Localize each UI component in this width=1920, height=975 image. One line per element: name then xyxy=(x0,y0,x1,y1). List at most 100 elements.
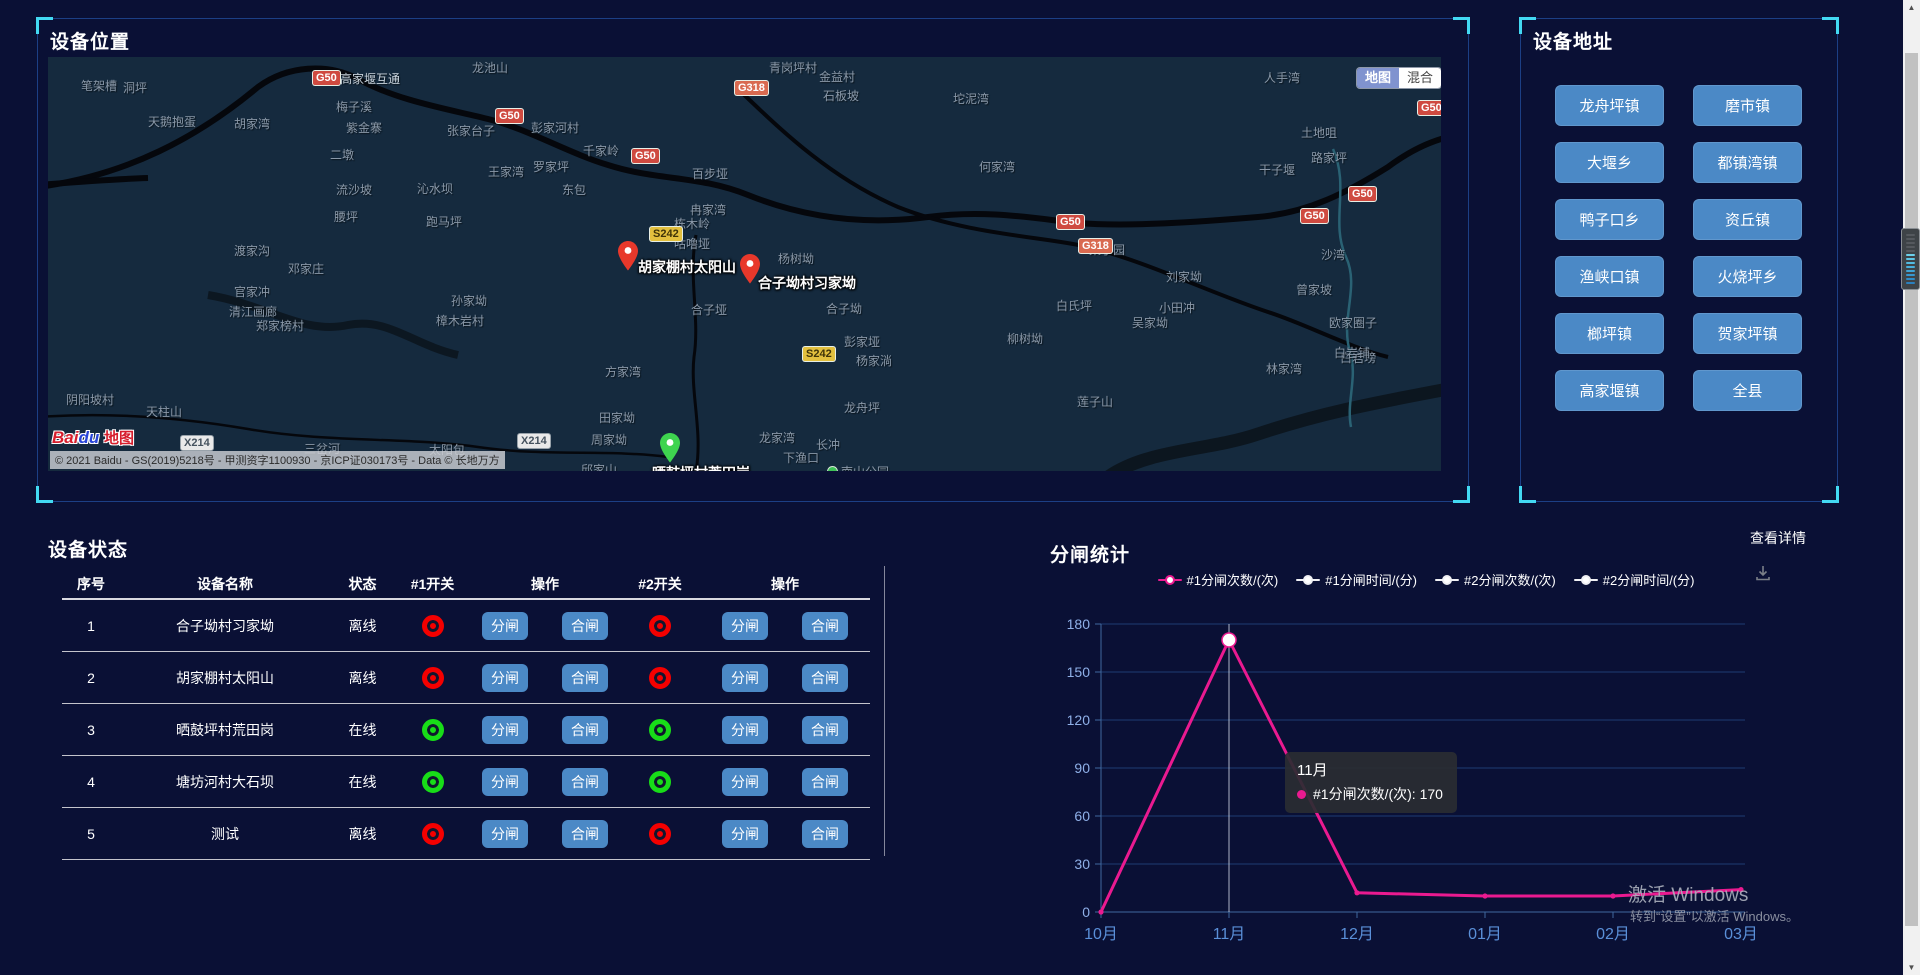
close-switch-button[interactable]: 合闸 xyxy=(562,716,608,744)
tooltip-series-dot xyxy=(1297,790,1306,799)
map-place-label: 下渔口 xyxy=(783,449,819,466)
address-button[interactable]: 火烧坪乡 xyxy=(1693,256,1802,297)
open-switch-button[interactable]: 分闸 xyxy=(722,716,768,744)
status-section-title: 设备状态 xyxy=(48,535,128,562)
map-place-label: 樟木岩村 xyxy=(436,312,484,329)
data-point[interactable] xyxy=(1098,909,1103,914)
map-place-label: 合子坳 xyxy=(826,300,862,317)
close-switch-button[interactable]: 合闸 xyxy=(562,768,608,796)
map-place-label: 彭家垭 xyxy=(844,333,880,350)
map-place-label: 田家坳 xyxy=(599,409,635,426)
address-button[interactable]: 磨市镇 xyxy=(1693,85,1802,126)
data-point[interactable] xyxy=(1610,893,1615,898)
switch2-cell xyxy=(620,719,700,741)
switch1-ops: 分闸 合闸 xyxy=(470,664,620,692)
widget-dash xyxy=(1906,274,1915,276)
close-switch-button[interactable]: 合闸 xyxy=(802,768,848,796)
open-switch-button[interactable]: 分闸 xyxy=(482,612,528,640)
close-switch-button[interactable]: 合闸 xyxy=(562,820,608,848)
address-button[interactable]: 龙舟坪镇 xyxy=(1555,85,1664,126)
switch2-indicator xyxy=(649,615,671,637)
address-button[interactable]: 全县 xyxy=(1693,370,1802,411)
open-switch-button[interactable]: 分闸 xyxy=(482,716,528,744)
address-button[interactable]: 榔坪镇 xyxy=(1555,313,1664,354)
green-map-pin[interactable] xyxy=(660,433,680,463)
panel-corner xyxy=(1453,486,1470,503)
map-type-option[interactable]: 地图 xyxy=(1357,68,1399,88)
map-type-control[interactable]: 地图混合 xyxy=(1357,68,1441,88)
address-button[interactable]: 资丘镇 xyxy=(1693,199,1802,240)
map-place-label: 东包 xyxy=(562,181,586,198)
road-badge: G50 xyxy=(313,71,340,85)
address-buttons: 龙舟坪镇磨市镇大堰乡都镇湾镇鸭子口乡资丘镇渔峡口镇火烧坪乡榔坪镇贺家坪镇高家堰镇… xyxy=(1555,85,1802,411)
close-switch-button[interactable]: 合闸 xyxy=(562,664,608,692)
widget-dash xyxy=(1906,246,1915,248)
open-switch-button[interactable]: 分闸 xyxy=(722,820,768,848)
widget-dash xyxy=(1906,234,1915,236)
data-point[interactable] xyxy=(1354,890,1359,895)
data-point[interactable] xyxy=(1482,893,1487,898)
map-place-label: 林家湾 xyxy=(1266,360,1302,377)
x-axis-label: 02月 xyxy=(1596,926,1630,943)
row-number: 3 xyxy=(62,722,120,738)
table-row: 3晒鼓坪村荒田岗在线分闸合闸分闸合闸 xyxy=(62,704,870,756)
open-switch-button[interactable]: 分闸 xyxy=(722,612,768,640)
map-place-label: 何家湾 xyxy=(979,158,1015,175)
map-place-label: 干子堰 xyxy=(1259,161,1295,178)
map-pin-label: 合子坳村习家坳 xyxy=(758,273,856,293)
red-map-pin[interactable] xyxy=(618,241,638,271)
baidu-map[interactable]: 笔架槽洞坪天鹅抱蛋胡家湾梅子溪紫金寨二墩流沙坡沁水坝张家台子彭家河村王家湾罗家坪… xyxy=(48,57,1441,471)
map-place-label: 千家岭 xyxy=(583,142,619,159)
switch2-ops: 分闸 合闸 xyxy=(700,664,870,692)
switch1-ops: 分闸 合闸 xyxy=(470,768,620,796)
address-panel-title: 设备地址 xyxy=(1533,27,1613,54)
switch1-ops: 分闸 合闸 xyxy=(470,716,620,744)
highlighted-data-point[interactable] xyxy=(1222,633,1236,647)
address-button[interactable]: 都镇湾镇 xyxy=(1693,142,1802,183)
address-button[interactable]: 高家堰镇 xyxy=(1555,370,1664,411)
open-switch-button[interactable]: 分闸 xyxy=(482,768,528,796)
y-axis-label: 0 xyxy=(1082,904,1090,920)
close-switch-button[interactable]: 合闸 xyxy=(802,820,848,848)
address-button[interactable]: 渔峡口镇 xyxy=(1555,256,1664,297)
road-badge: G50 xyxy=(1057,215,1084,229)
switch1-indicator xyxy=(422,719,444,741)
address-button[interactable]: 大堰乡 xyxy=(1555,142,1664,183)
map-place-label: 龙舟坪 xyxy=(844,399,880,416)
open-switch-button[interactable]: 分闸 xyxy=(722,768,768,796)
map-place-label: 高家堰互通 xyxy=(340,70,400,87)
map-place-label: 沁水坝 xyxy=(417,180,453,197)
close-switch-button[interactable]: 合闸 xyxy=(562,612,608,640)
view-details-link[interactable]: 查看详情 xyxy=(1750,528,1806,548)
widget-dash xyxy=(1906,282,1915,284)
scrollbar-up-arrow[interactable]: ▲ xyxy=(1903,0,1920,15)
map-place-label: 笔架槽 xyxy=(81,77,117,94)
switch1-cell xyxy=(395,771,470,793)
open-switch-button[interactable]: 分闸 xyxy=(482,820,528,848)
address-button[interactable]: 鸭子口乡 xyxy=(1555,199,1664,240)
widget-dash xyxy=(1906,266,1915,268)
panel-corner xyxy=(1453,17,1470,34)
table-row: 5测试离线分闸合闸分闸合闸 xyxy=(62,808,870,860)
close-switch-button[interactable]: 合闸 xyxy=(802,612,848,640)
map-type-option[interactable]: 混合 xyxy=(1399,68,1441,88)
table-header-cell: 设备名称 xyxy=(120,574,330,594)
switch2-indicator xyxy=(649,719,671,741)
open-switch-button[interactable]: 分闸 xyxy=(482,664,528,692)
map-place-label: 官家冲 xyxy=(234,283,270,300)
close-switch-button[interactable]: 合闸 xyxy=(802,716,848,744)
scrollbar-down-arrow[interactable]: ▼ xyxy=(1903,960,1920,975)
open-switch-button[interactable]: 分闸 xyxy=(722,664,768,692)
table-right-border xyxy=(884,566,885,856)
table-row: 2胡家棚村太阳山离线分闸合闸分闸合闸 xyxy=(62,652,870,704)
map-place-label: 杨家淌 xyxy=(856,352,892,369)
map-place-label: 坨泥湾 xyxy=(953,90,989,107)
address-button[interactable]: 贺家坪镇 xyxy=(1693,313,1802,354)
switch2-cell xyxy=(620,615,700,637)
close-switch-button[interactable]: 合闸 xyxy=(802,664,848,692)
vertical-scrollbar[interactable]: ▲ ▼ xyxy=(1903,0,1920,975)
widget-dash xyxy=(1906,250,1915,252)
switch1-indicator xyxy=(422,823,444,845)
red-map-pin[interactable] xyxy=(740,254,760,284)
scrollbar-thumb[interactable] xyxy=(1905,53,1918,926)
